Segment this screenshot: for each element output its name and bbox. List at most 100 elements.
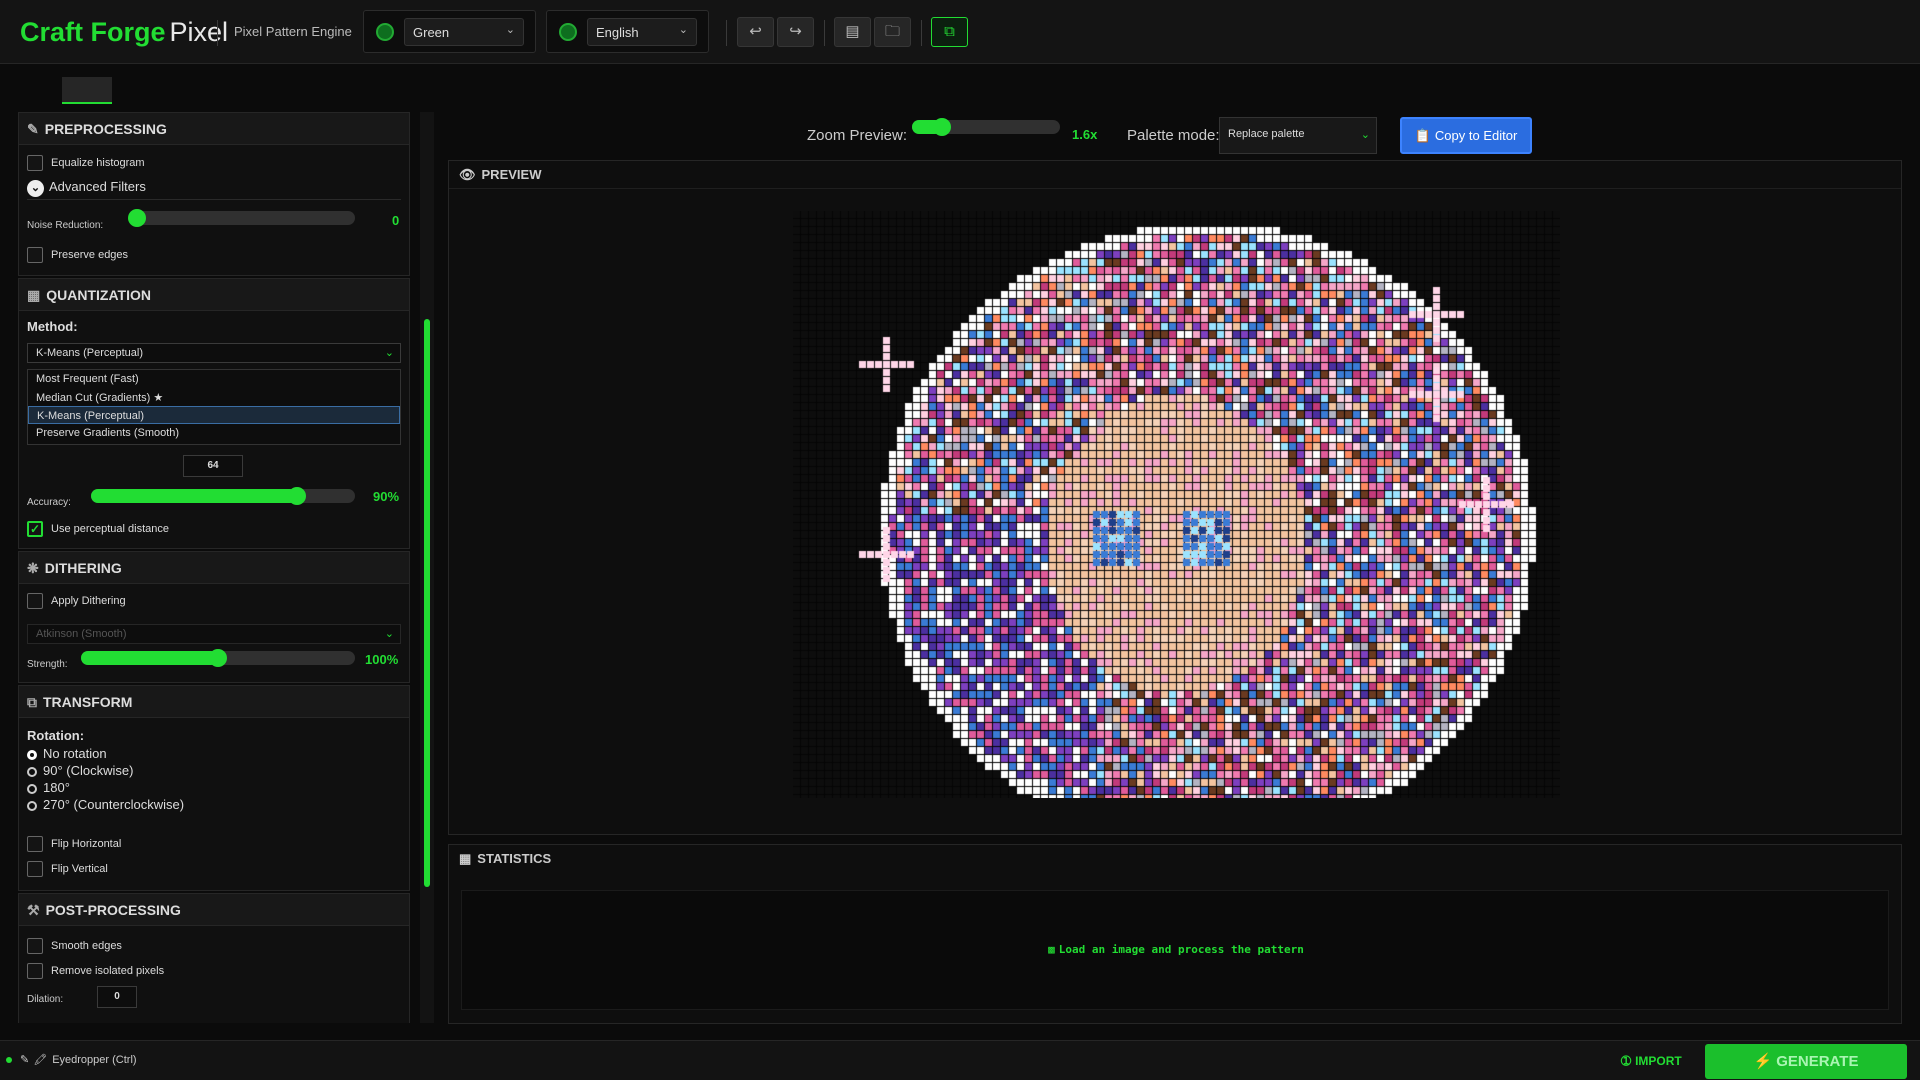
transform-header[interactable]: ⧉ TRANSFORM xyxy=(19,686,409,718)
dithering-section: ❋ DITHERING Apply Dithering Atkinson (Smo… xyxy=(18,551,410,683)
copy-to-editor-button[interactable]: 📋 Copy to Editor xyxy=(1400,117,1532,154)
flip-horizontal-checkbox[interactable]: Flip Horizontal xyxy=(27,836,121,853)
strength-slider[interactable] xyxy=(81,649,355,667)
checkbox-label: Flip Vertical xyxy=(51,863,108,875)
method-option[interactable]: Preserve Gradients (Smooth) xyxy=(28,424,400,442)
left-scrollbar[interactable] xyxy=(420,112,434,1023)
pencil-icon: ✎ xyxy=(20,1054,30,1066)
method-option-selected[interactable]: K-Means (Perceptual) xyxy=(28,406,400,424)
dilation-input[interactable]: 0 xyxy=(97,986,137,1008)
rotation-option[interactable]: No rotation xyxy=(27,746,107,761)
rotation-option[interactable]: 90° (Clockwise) xyxy=(27,763,133,778)
window-toggle-button[interactable]: ⧉ xyxy=(931,17,968,47)
divider xyxy=(217,20,218,46)
flip-vertical-checkbox[interactable]: Flip Vertical xyxy=(27,861,108,878)
radio[interactable] xyxy=(27,800,37,811)
app-subtitle: Pixel Pattern Engine xyxy=(234,24,352,39)
zoom-slider[interactable] xyxy=(912,118,1060,136)
checkbox[interactable] xyxy=(27,593,43,610)
lightning-icon: ⚡ xyxy=(1753,1053,1773,1070)
radio-label: No rotation xyxy=(43,746,107,761)
radio[interactable] xyxy=(27,783,37,794)
slider-knob[interactable] xyxy=(209,649,227,667)
checkbox-label: Preserve edges xyxy=(51,249,129,261)
remove-isolated-checkbox[interactable]: Remove isolated pixels xyxy=(27,963,165,980)
slider-fill xyxy=(81,651,218,665)
preprocessing-header[interactable]: ✎ PREPROCESSING xyxy=(19,113,409,145)
top-toolbar: Craft Forge Pixel Pixel Pattern Engine Gr… xyxy=(0,0,1920,64)
redo-button[interactable]: ↪ xyxy=(777,17,814,47)
checkbox[interactable] xyxy=(27,861,43,878)
dithering-algorithm-select[interactable]: Atkinson (Smooth) ⌄ xyxy=(27,624,401,644)
method-select-value: K-Means (Perceptual) xyxy=(36,347,143,359)
equalize-histogram-checkbox[interactable]: Equalize histogram xyxy=(27,155,145,172)
import-button[interactable]: ➀ IMPORT xyxy=(1621,1054,1682,1068)
chevron-down-icon: ⌄ xyxy=(678,24,688,36)
checkbox-label: Equalize histogram xyxy=(51,157,145,169)
section-title: TRANSFORM xyxy=(43,694,133,710)
theme-select[interactable]: Green ⌄ xyxy=(404,18,524,46)
checkbox[interactable] xyxy=(27,247,43,264)
palette-mode-select[interactable]: Replace palette ⌄ xyxy=(1219,117,1377,154)
advanced-filters-toggle[interactable]: ⌄ Advanced Filters xyxy=(27,179,146,197)
apply-dithering-checkbox[interactable]: Apply Dithering xyxy=(27,593,126,610)
rotation-option[interactable]: 270° (Counterclockwise) xyxy=(27,797,184,812)
language-select-value: English xyxy=(596,25,639,40)
accuracy-slider[interactable] xyxy=(91,487,355,505)
strength-value: 100% xyxy=(365,652,399,667)
slider-knob[interactable] xyxy=(287,487,306,505)
postprocessing-header[interactable]: ⚒ POST-PROCESSING xyxy=(19,894,409,926)
divider xyxy=(921,20,922,46)
save-button[interactable]: ▤ xyxy=(834,17,871,47)
scrollbar-thumb[interactable] xyxy=(424,319,430,887)
checkbox-checked[interactable]: ✓ xyxy=(27,521,43,538)
pattern-preview-canvas[interactable] xyxy=(793,211,1560,798)
undo-button[interactable]: ↩ xyxy=(737,17,774,47)
checkbox[interactable] xyxy=(27,963,43,980)
active-tab[interactable] xyxy=(62,77,112,104)
radio[interactable] xyxy=(27,766,37,777)
statistics-panel: ▦ STATISTICS ▩ Load an image and process t… xyxy=(448,844,1902,1024)
noise-reduction-slider[interactable] xyxy=(128,209,355,227)
postprocessing-section: ⚒ POST-PROCESSING Smooth edges Remove iso… xyxy=(18,893,410,1023)
method-option[interactable]: Most Frequent (Fast) xyxy=(28,370,400,388)
slider-knob[interactable] xyxy=(128,209,146,227)
section-title: DITHERING xyxy=(44,560,122,576)
color-count-input[interactable]: 64 xyxy=(183,455,243,477)
theme-group: Green ⌄ xyxy=(363,10,536,53)
perceptual-distance-checkbox[interactable]: ✓ Use perceptual distance xyxy=(27,521,169,538)
smooth-edges-checkbox[interactable]: Smooth edges xyxy=(27,938,122,955)
chevron-down-icon: ⌄ xyxy=(1360,129,1370,141)
stats-icon: ▩ xyxy=(1048,943,1055,956)
chevron-circle-icon: ⌄ xyxy=(27,180,44,197)
quantization-header[interactable]: ▦ QUANTIZATION xyxy=(19,279,409,311)
zoom-label: Zoom Preview: xyxy=(807,127,908,144)
zoom-value: 1.6x xyxy=(1072,127,1098,142)
rotation-option[interactable]: 180° xyxy=(27,780,70,795)
slider-knob[interactable] xyxy=(932,118,951,136)
tool-status: ✎ 🖍 Eyedropper (Ctrl) xyxy=(6,1053,137,1066)
preview-header: 👁 PREVIEW xyxy=(449,161,1901,189)
transform-section: ⧉ TRANSFORM Rotation: No rotation 90° (Cl… xyxy=(18,685,410,891)
radio-selected[interactable] xyxy=(27,749,37,760)
accuracy-label: Accuracy: xyxy=(27,497,71,508)
checkbox-label: Remove isolated pixels xyxy=(51,965,165,977)
preserve-edges-checkbox[interactable]: Preserve edges xyxy=(27,247,129,264)
method-option[interactable]: Median Cut (Gradients) ★ xyxy=(28,388,400,406)
rotation-label: Rotation: xyxy=(27,728,85,743)
divider xyxy=(824,20,825,46)
language-select[interactable]: English ⌄ xyxy=(587,18,697,46)
noise-reduction-value: 0 xyxy=(392,213,400,228)
eye-icon: 👁 xyxy=(459,167,476,182)
preview-title: PREVIEW xyxy=(481,167,542,182)
method-select[interactable]: K-Means (Perceptual) ⌄ xyxy=(27,343,401,363)
dithering-header[interactable]: ❋ DITHERING xyxy=(19,552,409,584)
checkbox[interactable] xyxy=(27,836,43,853)
tool-status-text: Eyedropper (Ctrl) xyxy=(52,1054,137,1066)
section-title: POST-PROCESSING xyxy=(45,902,181,918)
checkbox[interactable] xyxy=(27,938,43,955)
open-button[interactable]: 🗀 xyxy=(874,17,911,47)
generate-button[interactable]: ⚡ GENERATE xyxy=(1705,1044,1907,1079)
import-icon: ➀ xyxy=(1621,1054,1632,1068)
checkbox[interactable] xyxy=(27,155,43,172)
